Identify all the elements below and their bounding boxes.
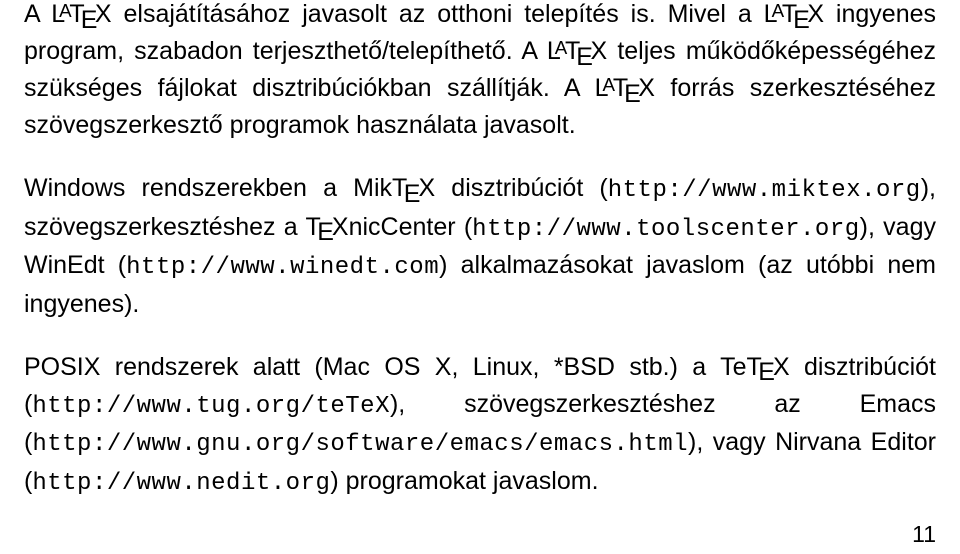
latex-logo: LATEX [51, 0, 111, 28]
text: ) programokat javaslom. [330, 467, 598, 495]
text: X disztribúciót ( [418, 174, 607, 202]
text: Windows rendszerekben a MikT [24, 174, 407, 202]
paragraph-2: Windows rendszerekben a MikTEX disztribú… [24, 170, 936, 323]
url-nedit: http://www.nedit.org [32, 470, 330, 497]
tex-logo-fragment: E [407, 174, 418, 202]
latex-logo: LATEX [764, 0, 824, 28]
text: A [24, 0, 51, 28]
tex-logo-fragment: E [321, 213, 332, 241]
latex-logo: LATEX [595, 74, 655, 102]
url-winedt: http://www.winedt.com [126, 254, 439, 281]
page-number: 11 [912, 521, 936, 548]
paragraph-1: A LATEX elsajátításához javasolt az otth… [24, 0, 936, 144]
text: XnicCenter ( [332, 213, 472, 241]
document-page: A LATEX elsajátításához javasolt az otth… [0, 0, 960, 501]
tex-logo-fragment: E [762, 353, 773, 381]
url-toolscenter: http://www.toolscenter.org [472, 216, 859, 243]
url-tetex: http://www.tug.org/teTeX [32, 393, 390, 420]
url-miktex: http://www.miktex.org [608, 177, 921, 204]
paragraph-3: POSIX rendszerek alatt (Mac OS X, Linux,… [24, 349, 936, 502]
url-emacs: http://www.gnu.org/software/emacs/emacs.… [32, 431, 688, 458]
text: elsajátításához javasolt az otthoni tele… [112, 0, 764, 28]
text: POSIX rendszerek alatt (Mac OS X, Linux,… [24, 353, 762, 381]
latex-logo: LATEX [547, 37, 607, 65]
